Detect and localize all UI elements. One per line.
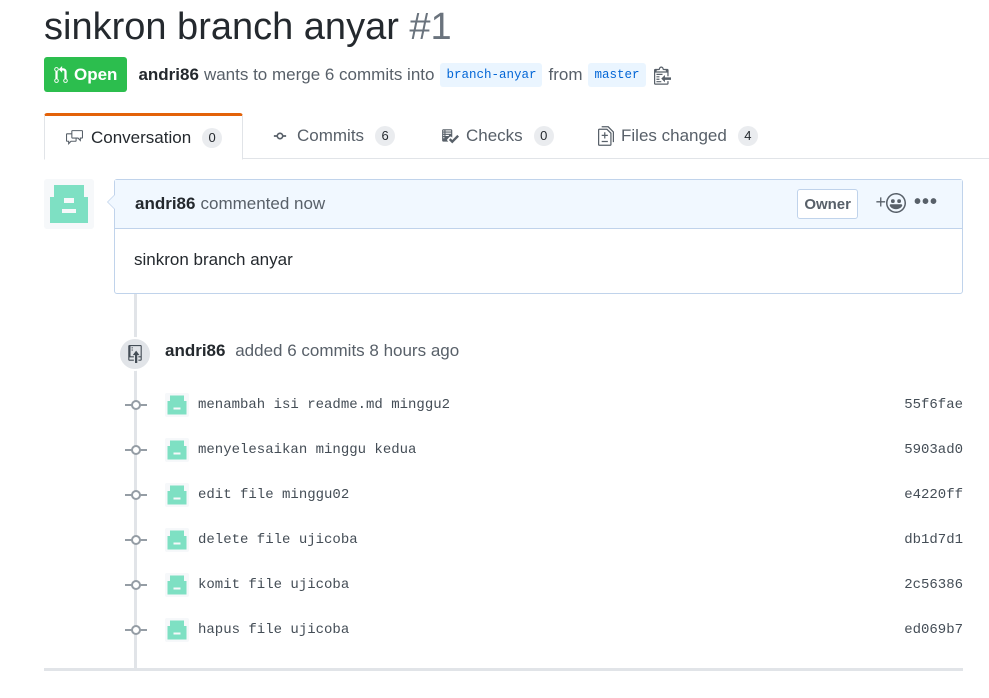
pr-title-heading: sinkron branch anyar #1 [44,4,452,50]
git-commit-icon [125,533,147,547]
commit-message-link[interactable]: menambah isi readme.md minggu2 [198,397,450,413]
commit-message-link[interactable]: hapus file ujicoba [198,622,349,638]
tab-conversation[interactable]: Conversation 0 [44,113,244,160]
tab-label: Checks [466,126,523,145]
commit-message-link[interactable]: menyelesaikan minggu kedua [198,442,416,458]
avatar[interactable] [165,392,189,417]
commit-sha-link[interactable]: db1d7d1 [904,532,963,548]
commit-sha-link[interactable]: e4220ff [904,487,963,503]
commit-row: menyelesaikan minggu kedua 5903ad0 [125,437,963,462]
git-commit-icon [125,488,147,502]
avatar[interactable] [165,617,189,642]
pr-tabs: Conversation 0 Commits 6 Checks 0 Files … [44,113,989,160]
comment-body: sinkron branch anyar [134,250,293,269]
pr-meta: Open andri86 wants to merge 6 commits in… [44,57,671,92]
git-commit-icon [125,578,147,592]
commit-sha-link[interactable]: ed069b7 [904,622,963,638]
avatar[interactable] [44,179,94,229]
pr-author-link[interactable]: andri86 [138,65,198,85]
comment-box: andri86 commented now Owner + ••• sinkro… [107,179,963,294]
timeline-divider [44,668,963,671]
head-branch[interactable]: master [588,62,646,87]
plus-label: + [875,192,886,212]
state-label: Open [74,64,118,84]
tab-files-changed[interactable]: Files changed 4 [588,113,768,159]
comment-author-link[interactable]: andri86 [135,194,195,214]
pr-meta-text: andri86 wants to merge 6 commits into br… [138,62,671,87]
from-text: from [548,64,583,84]
commit-sha-link[interactable]: 5903ad0 [904,442,963,458]
tab-label: Commits [297,126,365,145]
comment-timestamp[interactable]: commented now [200,194,325,214]
tab-counter: 4 [737,126,758,146]
commit-sha-link[interactable]: 55f6fae [904,397,963,413]
checklist-icon [442,129,459,144]
repo-push-icon [118,337,152,371]
tab-commits[interactable]: Commits 6 [260,113,405,159]
base-branch[interactable]: branch-anyar [440,62,543,87]
tab-counter: 0 [533,126,554,146]
tab-label: Files changed [621,126,727,145]
git-commit-icon [125,443,147,457]
comment-discussion-icon [66,130,83,145]
comment-header: andri86 commented now Owner + ••• [115,180,962,229]
commit-message-link[interactable]: edit file minggu02 [198,487,349,503]
avatar[interactable] [165,437,189,462]
commit-row: edit file minggu02 e4220ff [125,482,963,507]
commits-event: andri86 added 6 commits 8 hours ago [165,341,459,361]
add-reaction-button[interactable]: + [875,192,906,213]
tab-counter: 0 [202,127,223,148]
git-commit-icon [125,398,147,412]
git-commit-icon [273,132,287,140]
tab-checks[interactable]: Checks 0 [431,113,564,159]
commit-row: delete file ujicoba db1d7d1 [125,527,963,552]
more-options-button[interactable]: ••• [914,192,938,212]
avatar[interactable] [165,482,189,507]
event-description: added 6 commits 8 hours ago [235,341,460,360]
commit-row: komit file ujicoba 2c56386 [125,572,963,597]
pr-number: #1 [409,6,452,48]
commit-sha-link[interactable]: 2c56386 [904,577,963,593]
tab-counter: 6 [375,126,396,146]
commit-message-link[interactable]: komit file ujicoba [198,577,349,593]
event-author-link[interactable]: andri86 [165,341,225,360]
tab-label: Conversation [91,127,192,147]
commit-row: hapus file ujicoba ed069b7 [125,617,963,642]
owner-label: Owner [797,189,858,219]
pr-title: sinkron branch anyar [44,6,399,48]
merge-description: wants to merge 6 commits into [203,64,435,84]
avatar[interactable] [165,572,189,597]
file-diff-icon [598,126,614,146]
git-commit-icon [125,623,147,637]
commit-message-link[interactable]: delete file ujicoba [198,532,358,548]
commit-row: menambah isi readme.md minggu2 55f6fae [125,392,963,417]
smiley-icon [886,192,906,213]
state-badge: Open [44,57,128,92]
git-pull-request-icon [54,65,68,83]
clippy-icon[interactable] [653,65,671,85]
avatar[interactable] [165,527,189,552]
